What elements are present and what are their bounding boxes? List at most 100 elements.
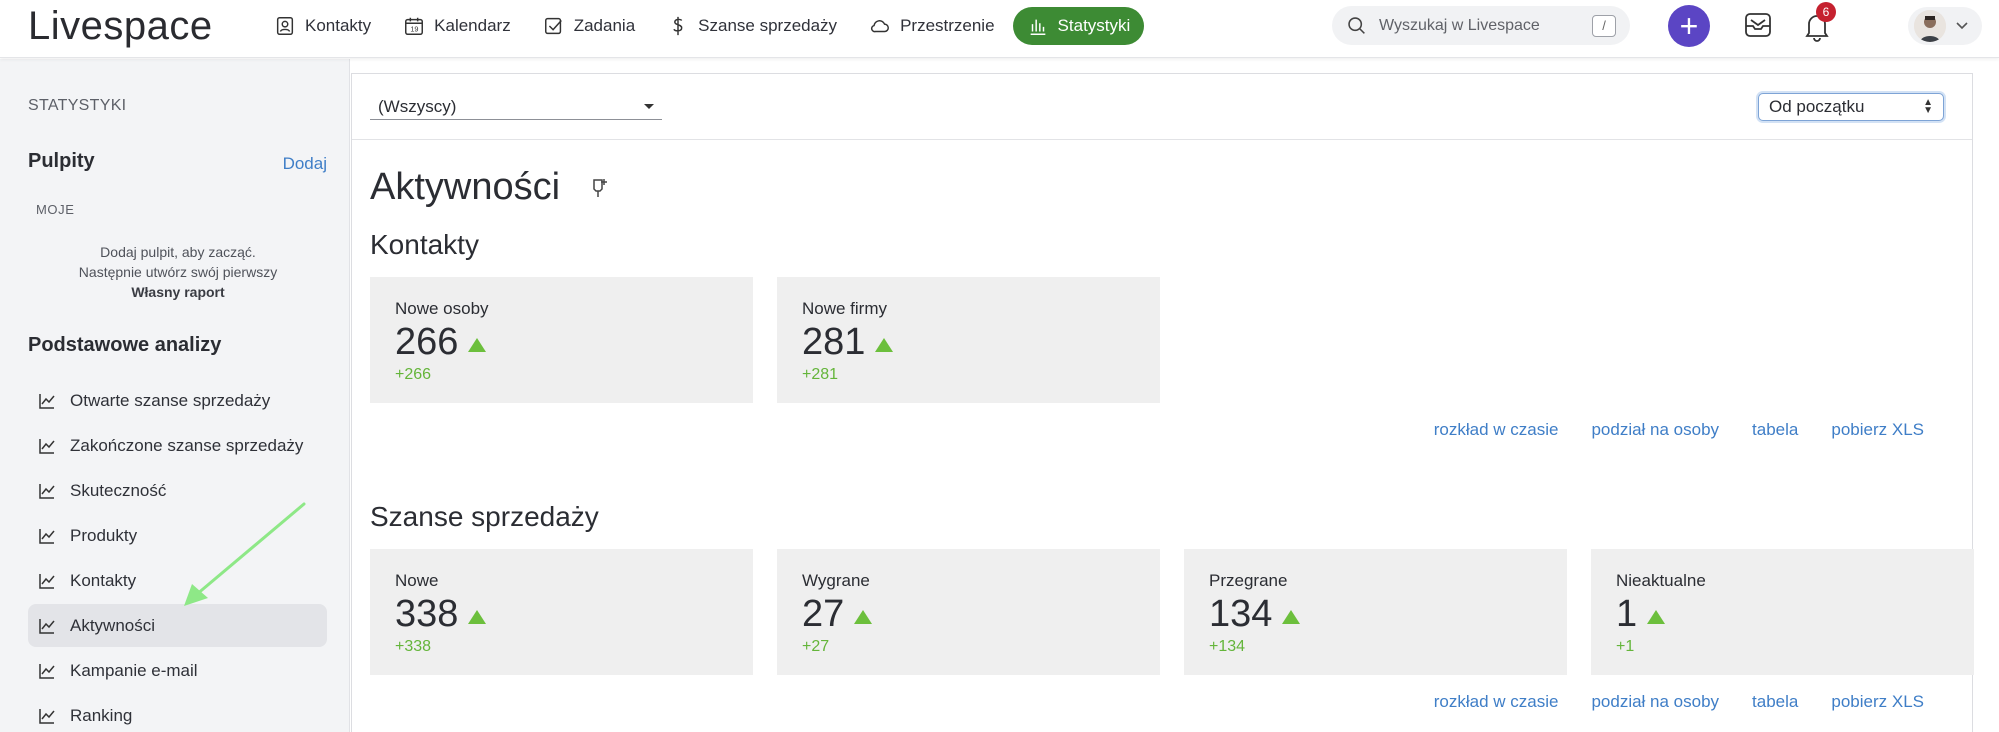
line-chart-icon bbox=[39, 393, 55, 409]
sidebar-item-aktywnosci[interactable]: Aktywności bbox=[28, 604, 327, 647]
stat-delta: +266 bbox=[395, 366, 432, 383]
hint-line: Dodaj pulpit, aby zacząć. bbox=[100, 244, 256, 260]
link-table[interactable]: tabela bbox=[1752, 692, 1798, 712]
line-chart-icon bbox=[39, 528, 55, 544]
mail-icon[interactable] bbox=[1743, 11, 1773, 39]
basic-analyses-heading: Podstawowe analizy bbox=[28, 334, 222, 356]
link-per-person[interactable]: podział na osoby bbox=[1591, 692, 1719, 712]
hint-custom-report: Własny raport bbox=[131, 284, 225, 300]
link-time-distribution[interactable]: rozkład w czasie bbox=[1434, 692, 1559, 712]
sidebar-item-label: Ranking bbox=[70, 705, 133, 725]
sidebar-item-label: Kampanie e-mail bbox=[70, 660, 198, 680]
stat-tile-wygrane[interactable]: Wygrane 27 +27 bbox=[777, 549, 1160, 675]
stat-tile-nowe-firmy[interactable]: Nowe firmy 281 +281 bbox=[777, 277, 1160, 403]
nav-item-label: Przestrzenie bbox=[900, 16, 995, 35]
statistics-sidebar: STATYSTYKI Pulpity Dodaj MOJE Dodaj pulp… bbox=[0, 59, 350, 732]
nav-item-szanse-sprzedazy[interactable]: Szanse sprzedaży bbox=[653, 7, 851, 45]
global-search[interactable]: / bbox=[1332, 6, 1630, 45]
sidebar-item-label: Skuteczność bbox=[70, 480, 167, 500]
bar-chart-icon bbox=[1030, 19, 1045, 35]
sidebar-item-zakonczone-szanse[interactable]: Zakończone szanse sprzedaży bbox=[28, 424, 327, 467]
nav-item-kalendarz[interactable]: 19 Kalendarz bbox=[389, 7, 525, 45]
stat-value: 27 bbox=[802, 593, 873, 636]
search-icon bbox=[1348, 17, 1365, 34]
sidebar-item-label: Kontakty bbox=[70, 570, 137, 590]
stat-tile-nieaktualne[interactable]: Nieaktualne 1 +1 bbox=[1591, 549, 1974, 675]
owner-filter-select[interactable]: (Wszyscy) bbox=[370, 94, 662, 120]
nav-item-przestrzenie[interactable]: Przestrzenie bbox=[855, 7, 1008, 45]
main-navigation: Kontakty 19 Kalendarz Zadania Szanse spr… bbox=[260, 7, 1148, 45]
stat-delta: +134 bbox=[1209, 638, 1246, 655]
owner-filter-value: (Wszyscy) bbox=[378, 96, 457, 116]
nav-item-label: Kalendarz bbox=[434, 16, 511, 35]
livespace-logo[interactable]: Livespace bbox=[28, 4, 213, 49]
date-range-value: Od początku bbox=[1769, 97, 1865, 116]
link-per-person[interactable]: podział na osoby bbox=[1591, 420, 1719, 440]
user-menu[interactable] bbox=[1908, 7, 1982, 45]
kontakty-report-links: rozkład w czasie podział na osoby tabela… bbox=[1434, 420, 1924, 440]
trend-up-icon bbox=[854, 609, 873, 624]
section-title-kontakty: Kontakty bbox=[370, 229, 479, 260]
stat-label: Wygrane bbox=[802, 571, 870, 590]
stat-value: 338 bbox=[395, 593, 487, 636]
filter-bar: (Wszyscy) Od początku ▲ ▼ bbox=[352, 74, 1972, 140]
nav-item-kontakty[interactable]: Kontakty bbox=[260, 7, 385, 45]
dollar-icon bbox=[673, 16, 683, 36]
page-title: Aktywności bbox=[370, 166, 561, 208]
calendar-icon: 19 bbox=[405, 17, 424, 35]
nav-item-label: Statystyki bbox=[1057, 16, 1131, 35]
nav-item-label: Szanse sprzedaży bbox=[698, 16, 838, 35]
link-table[interactable]: tabela bbox=[1752, 420, 1798, 440]
sidebar-item-otwarte-szanse[interactable]: Otwarte szanse sprzedaży bbox=[28, 379, 327, 422]
stat-tile-nowe-osoby[interactable]: Nowe osoby 266 +266 bbox=[370, 277, 753, 403]
trend-up-icon bbox=[875, 337, 894, 352]
link-time-distribution[interactable]: rozkład w czasie bbox=[1434, 420, 1559, 440]
link-download-xls[interactable]: pobierz XLS bbox=[1831, 420, 1924, 440]
notifications-badge: 6 bbox=[1816, 2, 1836, 22]
dashboards-heading: Pulpity bbox=[28, 150, 95, 172]
my-dashboards-label: MOJE bbox=[36, 202, 75, 217]
empty-dashboards-hint: Dodaj pulpit, aby zacząć. Następnie utwó… bbox=[28, 242, 328, 302]
stat-delta: +281 bbox=[802, 366, 839, 383]
stat-tile-przegrane[interactable]: Przegrane 134 +134 bbox=[1184, 549, 1567, 675]
stat-label: Nowe firmy bbox=[802, 299, 888, 318]
main-content: (Wszyscy) Od początku ▲ ▼ Aktywności Kont… bbox=[351, 73, 1974, 732]
link-download-xls[interactable]: pobierz XLS bbox=[1831, 692, 1924, 712]
up-down-arrows-icon: ▲ ▼ bbox=[1923, 97, 1933, 116]
sidebar-section-label: STATYSTYKI bbox=[28, 97, 127, 114]
stat-value: 1 bbox=[1616, 593, 1666, 636]
trend-up-icon bbox=[468, 609, 487, 624]
search-input[interactable] bbox=[1379, 16, 1592, 35]
nav-item-zadania[interactable]: Zadania bbox=[529, 7, 649, 45]
annotation-arrow-icon bbox=[184, 502, 306, 606]
sidebar-item-ranking[interactable]: Ranking bbox=[28, 694, 327, 732]
avatar bbox=[1914, 10, 1946, 42]
date-range-select[interactable]: Od początku ▲ ▼ bbox=[1758, 93, 1944, 121]
stat-label: Nowe osoby bbox=[395, 299, 489, 318]
stat-value: 266 bbox=[395, 321, 487, 364]
line-chart-icon bbox=[39, 573, 55, 589]
stat-label: Nowe bbox=[395, 571, 439, 590]
stat-label: Przegrane bbox=[1209, 571, 1288, 590]
line-chart-icon bbox=[39, 618, 55, 634]
caret-down-icon bbox=[644, 104, 654, 109]
sidebar-item-kampanie-email[interactable]: Kampanie e-mail bbox=[28, 649, 327, 692]
chevron-down-icon bbox=[1956, 22, 1968, 30]
stat-tile-nowe[interactable]: Nowe 338 +338 bbox=[370, 549, 753, 675]
sidebar-item-label: Zakończone szanse sprzedaży bbox=[70, 435, 304, 455]
nav-item-label: Kontakty bbox=[305, 16, 372, 35]
nav-item-label: Zadania bbox=[573, 16, 636, 35]
stat-label: Nieaktualne bbox=[1616, 571, 1706, 590]
add-dashboard-link[interactable]: Dodaj bbox=[283, 154, 327, 174]
pin-to-dashboard-icon[interactable] bbox=[588, 177, 610, 199]
stat-delta: +27 bbox=[802, 638, 830, 655]
top-bar: Livespace Kontakty 19 Kalendarz Zadania … bbox=[0, 0, 1999, 58]
contact-card-icon bbox=[276, 17, 294, 35]
hint-line: Następnie utwórz swój pierwszy bbox=[78, 264, 278, 280]
stat-delta: +1 bbox=[1616, 638, 1635, 655]
stat-value: 281 bbox=[802, 321, 894, 364]
nav-item-statystyki[interactable]: Statystyki bbox=[1012, 7, 1145, 45]
sidebar-item-label: Otwarte szanse sprzedaży bbox=[70, 390, 271, 410]
add-new-button[interactable]: + bbox=[1668, 5, 1710, 47]
line-chart-icon bbox=[39, 483, 55, 499]
